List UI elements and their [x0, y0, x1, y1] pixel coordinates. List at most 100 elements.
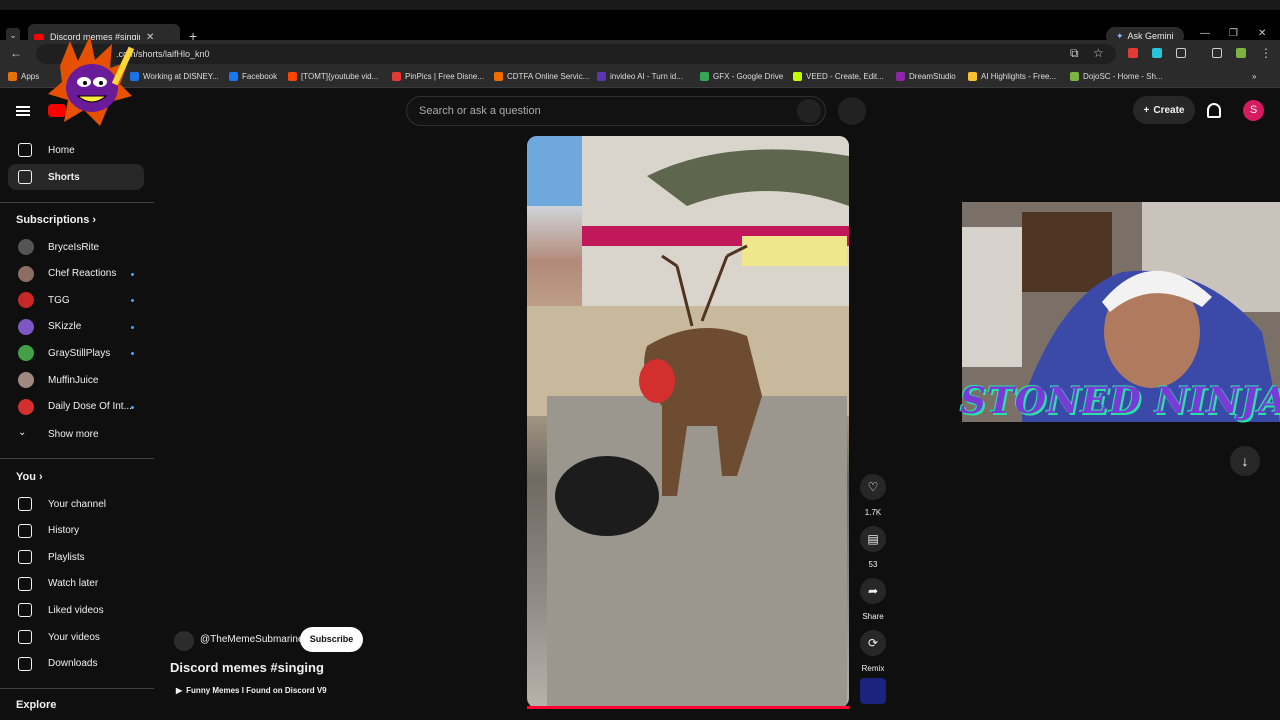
bookmark-favicon-icon: [229, 72, 238, 81]
bookmark-star-icon[interactable]: ☆: [1093, 46, 1104, 60]
chevron-right-icon: ›: [35, 471, 43, 483]
bookmark-label: PinPics | Free Disne...: [405, 72, 484, 81]
new-content-dot: [131, 299, 134, 303]
bookmark-item[interactable]: Facebook: [229, 72, 277, 81]
create-button[interactable]: + Create: [1133, 96, 1195, 124]
sidebar-item-label: Home: [48, 144, 75, 156]
bookmark-label: GFX - Google Drive: [713, 72, 784, 81]
sidebar-divider: [0, 202, 154, 203]
sidebar-item-label: Chef Reactions: [48, 268, 117, 280]
channel-avatar-icon: [18, 292, 34, 309]
bookmarks-bar: Apps Working at DISNEY... Facebook [TOMT]{y…: [0, 68, 1280, 88]
extension-record-icon[interactable]: [1128, 48, 1138, 58]
menu-icon[interactable]: [16, 106, 30, 116]
sidebar-item-watch-later[interactable]: Watch later: [8, 571, 144, 597]
channel-avatar-icon: [18, 239, 34, 255]
sidebar-item-playlists[interactable]: Playlists: [8, 544, 144, 570]
bookmark-item[interactable]: invideo AI - Turn id...: [597, 72, 683, 81]
sidebar-item-label: Shorts: [48, 171, 80, 183]
bookmarks-overflow-icon[interactable]: »: [1252, 72, 1256, 81]
bookmark-item[interactable]: [TOMT]{youtube vid...: [288, 72, 378, 81]
bookmark-item[interactable]: GFX - Google Drive: [700, 72, 783, 81]
sidebar-item-label: BryceIsRite: [48, 241, 100, 253]
new-content-dot: [131, 405, 134, 409]
notifications-icon[interactable]: [1207, 103, 1221, 118]
sidebar-item-history[interactable]: History: [8, 518, 144, 544]
maximize-icon[interactable]: ❐: [1229, 28, 1238, 39]
sidebar-item-your-videos[interactable]: Your videos: [8, 624, 144, 650]
comment-icon[interactable]: ▤: [860, 526, 886, 552]
bookmark-item[interactable]: AI Highlights - Free...: [968, 72, 1056, 81]
bookmark-favicon-icon: [597, 72, 606, 81]
sidebar-item-your-channel[interactable]: Your channel: [8, 491, 144, 517]
share-action[interactable]: ➦ Share: [860, 578, 886, 621]
back-icon[interactable]: ←: [10, 46, 22, 60]
like-icon[interactable]: ♡: [860, 474, 886, 500]
remix-action[interactable]: ⟳ Remix: [860, 630, 886, 673]
sidebar-item-subscription[interactable]: SKizzle: [8, 314, 144, 340]
minimize-icon[interactable]: —: [1200, 28, 1210, 39]
sidebar-item-label: History: [48, 525, 80, 537]
bookmark-item[interactable]: Working at DISNEY...: [130, 72, 219, 81]
bookmark-favicon-icon: [700, 72, 709, 81]
short-video-player[interactable]: [527, 136, 849, 708]
media-controls-icon[interactable]: [1212, 48, 1222, 58]
channel-avatar[interactable]: [174, 631, 194, 651]
channel-name[interactable]: @TheMemeSubmarine: [200, 634, 304, 645]
bookmark-item[interactable]: DojoSC - Home - Sh...: [1070, 72, 1163, 81]
search-input[interactable]: Search or ask a question: [419, 105, 541, 117]
microphone-icon[interactable]: [838, 97, 866, 125]
playlist-link[interactable]: ▶ Funny Memes I Found on Discord V9: [172, 683, 331, 697]
bookmark-item[interactable]: DreamStudio: [896, 72, 956, 81]
subscriptions-heading[interactable]: Subscriptions ›: [16, 214, 96, 226]
bookmark-item[interactable]: VEED - Create, Edit...: [793, 72, 884, 81]
bookmark-item[interactable]: Apps: [8, 72, 39, 81]
sound-thumbnail[interactable]: [860, 678, 886, 704]
sidebar-item-subscription[interactable]: BryceIsRite: [8, 234, 144, 260]
install-app-icon[interactable]: ⧉: [1070, 46, 1079, 61]
bookmark-item[interactable]: CDTFA Online Servic...: [494, 72, 589, 81]
watch-later-icon: [18, 576, 32, 591]
explore-heading[interactable]: Explore: [16, 699, 56, 711]
extensions-icon[interactable]: [1176, 48, 1186, 58]
sidebar-divider: [0, 688, 154, 689]
sidebar-item-subscription[interactable]: Chef Reactions: [8, 261, 144, 287]
sidebar-item-shorts[interactable]: Shorts: [8, 164, 144, 190]
sidebar-item-subscription[interactable]: MuffinJuice: [8, 367, 144, 393]
video-progress-bar[interactable]: [527, 706, 849, 709]
bookmark-label: DojoSC - Home - Sh...: [1083, 72, 1163, 81]
sidebar-item-subscription[interactable]: Daily Dose Of Int...: [8, 394, 144, 420]
home-icon: [18, 143, 32, 157]
subscribe-button[interactable]: Subscribe: [300, 627, 363, 652]
like-action[interactable]: ♡ 1.7K: [860, 474, 886, 517]
you-heading[interactable]: You ›: [16, 471, 43, 483]
extension-tool-icon[interactable]: [1152, 48, 1162, 58]
sidebar-item-label: Playlists: [48, 551, 85, 563]
close-window-icon[interactable]: ✕: [1258, 28, 1266, 39]
action-label: Share: [862, 612, 884, 621]
channel-icon: [18, 497, 32, 511]
stream-mascot-icon: [48, 36, 135, 126]
account-avatar[interactable]: S: [1243, 100, 1264, 121]
search-box[interactable]: Search or ask a question: [406, 96, 826, 126]
sidebar-item-label: Downloads: [48, 658, 98, 670]
short-title: Discord memes #singing: [170, 660, 324, 675]
browser-menu-icon[interactable]: ⋮: [1260, 46, 1272, 60]
address-bar[interactable]: .com/shorts/laifHlo_kn0: [36, 44, 1116, 64]
sidebar-item-subscription[interactable]: TGG: [8, 287, 144, 313]
sidebar-item-downloads[interactable]: Downloads: [8, 651, 144, 677]
sidebar-item-home[interactable]: Home: [8, 137, 144, 163]
show-more-button[interactable]: ⌄ Show more: [8, 421, 144, 447]
comment-action[interactable]: ▤ 53: [860, 526, 886, 569]
action-label: Remix: [861, 664, 885, 673]
bookmark-item[interactable]: PinPics | Free Disne...: [392, 72, 484, 81]
profile-icon[interactable]: [1236, 48, 1246, 58]
you-heading-label: You: [16, 471, 36, 483]
remix-icon[interactable]: ⟳: [860, 630, 886, 656]
share-icon[interactable]: ➦: [860, 578, 886, 604]
sidebar-item-label: SKizzle: [48, 321, 82, 333]
search-icon[interactable]: [797, 99, 821, 123]
next-short-arrow-icon[interactable]: ↓: [1230, 446, 1260, 476]
sidebar-item-subscription[interactable]: GrayStillPlays: [8, 340, 144, 366]
sidebar-item-liked-videos[interactable]: Liked videos: [8, 597, 144, 623]
